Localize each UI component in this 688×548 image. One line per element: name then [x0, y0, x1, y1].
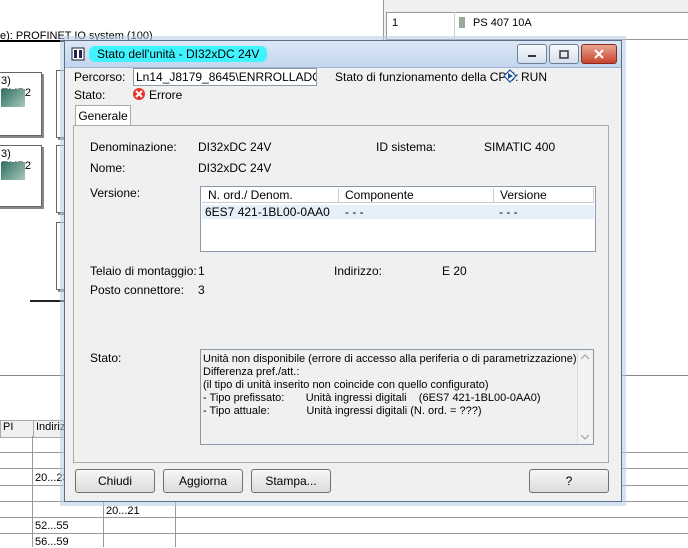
cpu-state-label: Stato di funzionamento della CPU:	[335, 70, 519, 84]
io-device-1[interactable]: 3) EMB2	[0, 72, 42, 136]
rack-table	[386, 12, 688, 40]
help-button[interactable]: ?	[529, 469, 609, 493]
table-cell: 56...59	[35, 536, 69, 548]
rack-row-number: 1	[392, 17, 399, 29]
id-sistema-value: SIMATIC 400	[484, 140, 556, 154]
profinet-bus-line	[0, 40, 65, 42]
module-status-icon	[71, 47, 85, 61]
maximize-button[interactable]	[549, 44, 579, 64]
io-device-icon	[1, 162, 25, 180]
error-icon	[133, 88, 145, 100]
table-cell: 20...21	[106, 505, 140, 517]
io-device-icon	[1, 89, 25, 107]
chiudi-button[interactable]: Chiudi	[75, 469, 155, 493]
posto-value: 3	[198, 283, 205, 297]
denominazione-label: Denominazione:	[90, 140, 177, 154]
telaio-value: 1	[198, 264, 205, 278]
bus-line	[30, 300, 66, 302]
posto-label: Posto connettore:	[90, 283, 185, 297]
minimize-button[interactable]	[517, 44, 547, 64]
column-header-component[interactable]: Componente	[339, 188, 494, 203]
status-scrollbar[interactable]	[577, 351, 592, 443]
stato-detail-label: Stato:	[90, 351, 122, 365]
denominazione-value: DI32xDC 24V	[198, 140, 272, 154]
close-icon	[594, 49, 604, 59]
scroll-down-icon[interactable]	[581, 434, 589, 440]
percorso-label: Percorso:	[74, 70, 126, 84]
cpu-state-value: RUN	[521, 70, 547, 84]
status-line: Unità non disponibile (errore di accesso…	[203, 353, 577, 365]
component-cell: - - -	[345, 205, 364, 219]
table-cell: 52...55	[35, 520, 69, 532]
stato-label: Stato:	[74, 88, 106, 102]
percorso-field[interactable]: Ln14_J8179_8645\ENRROLLADOR\	[133, 68, 317, 86]
indirizzo-value: E 20	[442, 264, 467, 278]
column-header-version[interactable]: Versione	[494, 188, 594, 203]
status-line: - Tipo attuale: Unità ingressi digitali …	[203, 405, 482, 417]
module-icon	[459, 17, 465, 28]
status-line: Differenza pref./att.:	[203, 366, 300, 378]
cpu-run-icon	[503, 69, 517, 83]
minimize-icon	[528, 55, 536, 57]
status-line: - Tipo prefissato: Unità ingressi digita…	[203, 392, 541, 404]
status-line: (il tipo di unità inserito non coincide …	[203, 379, 489, 391]
maximize-icon	[559, 49, 569, 59]
dialog-titlebar[interactable]: Stato dell'unità - DI32xDC 24V	[65, 41, 621, 68]
version-list[interactable]: N. ord./ Denom. Componente Versione 6ES7…	[200, 186, 596, 252]
column-header-pi[interactable]: PI	[0, 420, 34, 438]
nome-value: DI32xDC 24V	[198, 161, 272, 175]
column-header-order-number[interactable]: N. ord./ Denom.	[202, 188, 339, 203]
stato-value: Errore	[149, 88, 183, 102]
versione-label: Versione:	[90, 186, 141, 200]
status-text-box[interactable]: Unità non disponibile (errore di accesso…	[200, 349, 594, 445]
module-status-dialog: Stato dell'unità - DI32xDC 24V Percorso:…	[64, 40, 622, 502]
aggiorna-button[interactable]: Aggiorna	[163, 469, 243, 493]
general-tab-panel: Denominazione: DI32xDC 24V ID sistema: S…	[73, 125, 609, 463]
rack-row-module[interactable]: PS 407 10A	[473, 17, 532, 29]
scroll-up-icon[interactable]	[581, 354, 589, 360]
telaio-label: Telaio di montaggio:	[90, 264, 197, 278]
version-cell: - - -	[499, 205, 518, 219]
tab-generale[interactable]: Generale	[75, 105, 131, 126]
close-button[interactable]	[581, 44, 617, 64]
id-sistema-label: ID sistema:	[376, 140, 437, 154]
order-number-cell: 6ES7 421-1BL00-0AA0	[205, 205, 330, 219]
indirizzo-label: Indirizzo:	[334, 264, 383, 278]
nome-label: Nome:	[90, 161, 126, 175]
stampa-button[interactable]: Stampa...	[251, 469, 331, 493]
dialog-title: Stato dell'unità - DI32xDC 24V	[89, 46, 268, 62]
io-device-2[interactable]: 3) EMB2	[0, 145, 42, 207]
